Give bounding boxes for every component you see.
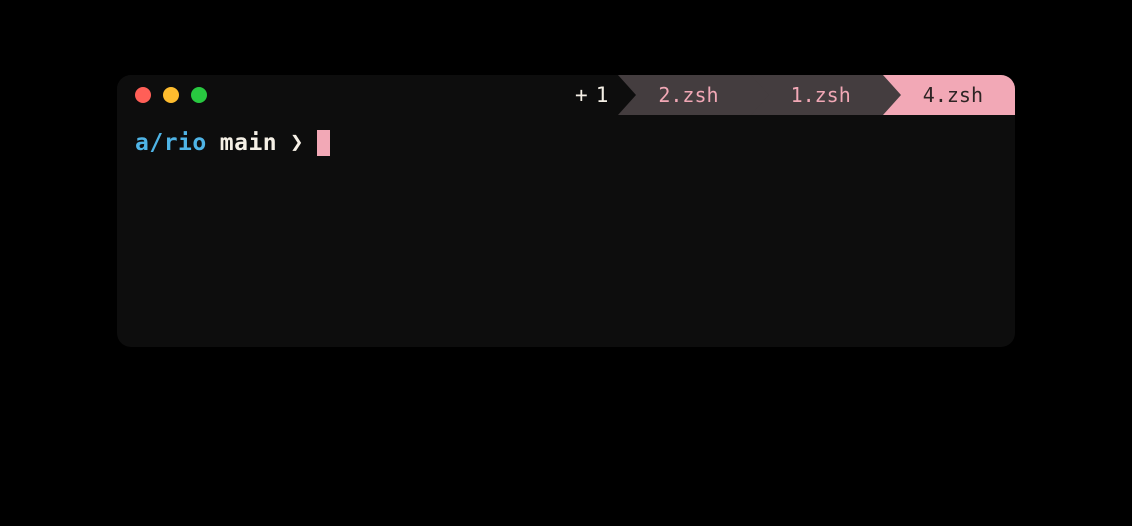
cursor <box>317 130 330 156</box>
minimize-icon[interactable] <box>163 87 179 103</box>
tab-strip: 2.zsh 1.zsh 4.zsh <box>618 75 1015 115</box>
zoom-icon[interactable] <box>191 87 207 103</box>
tab-count: 1 <box>596 83 609 107</box>
tab-label: 4.zsh <box>923 83 983 107</box>
prompt-line: a/rio main ❯ <box>135 127 997 159</box>
traffic-lights <box>117 87 225 103</box>
terminal-window: + 1 2.zsh 1.zsh 4.zsh a/rio main ❯ <box>117 75 1015 347</box>
tab-4-zsh[interactable]: 4.zsh <box>883 75 1015 115</box>
titlebar: + 1 2.zsh 1.zsh 4.zsh <box>117 75 1015 115</box>
tab-2-zsh[interactable]: 2.zsh <box>618 75 750 115</box>
new-tab-button[interactable]: + 1 <box>575 83 608 107</box>
prompt-branch: main <box>220 127 277 159</box>
plus-icon: + <box>575 83 588 107</box>
prompt-path: a/rio <box>135 127 207 159</box>
tab-label: 2.zsh <box>658 83 718 107</box>
prompt-chevron-icon: ❯ <box>290 128 304 159</box>
tab-label: 1.zsh <box>791 83 851 107</box>
tab-1-zsh[interactable]: 1.zsh <box>751 75 883 115</box>
terminal-body[interactable]: a/rio main ❯ <box>117 115 1015 347</box>
close-icon[interactable] <box>135 87 151 103</box>
